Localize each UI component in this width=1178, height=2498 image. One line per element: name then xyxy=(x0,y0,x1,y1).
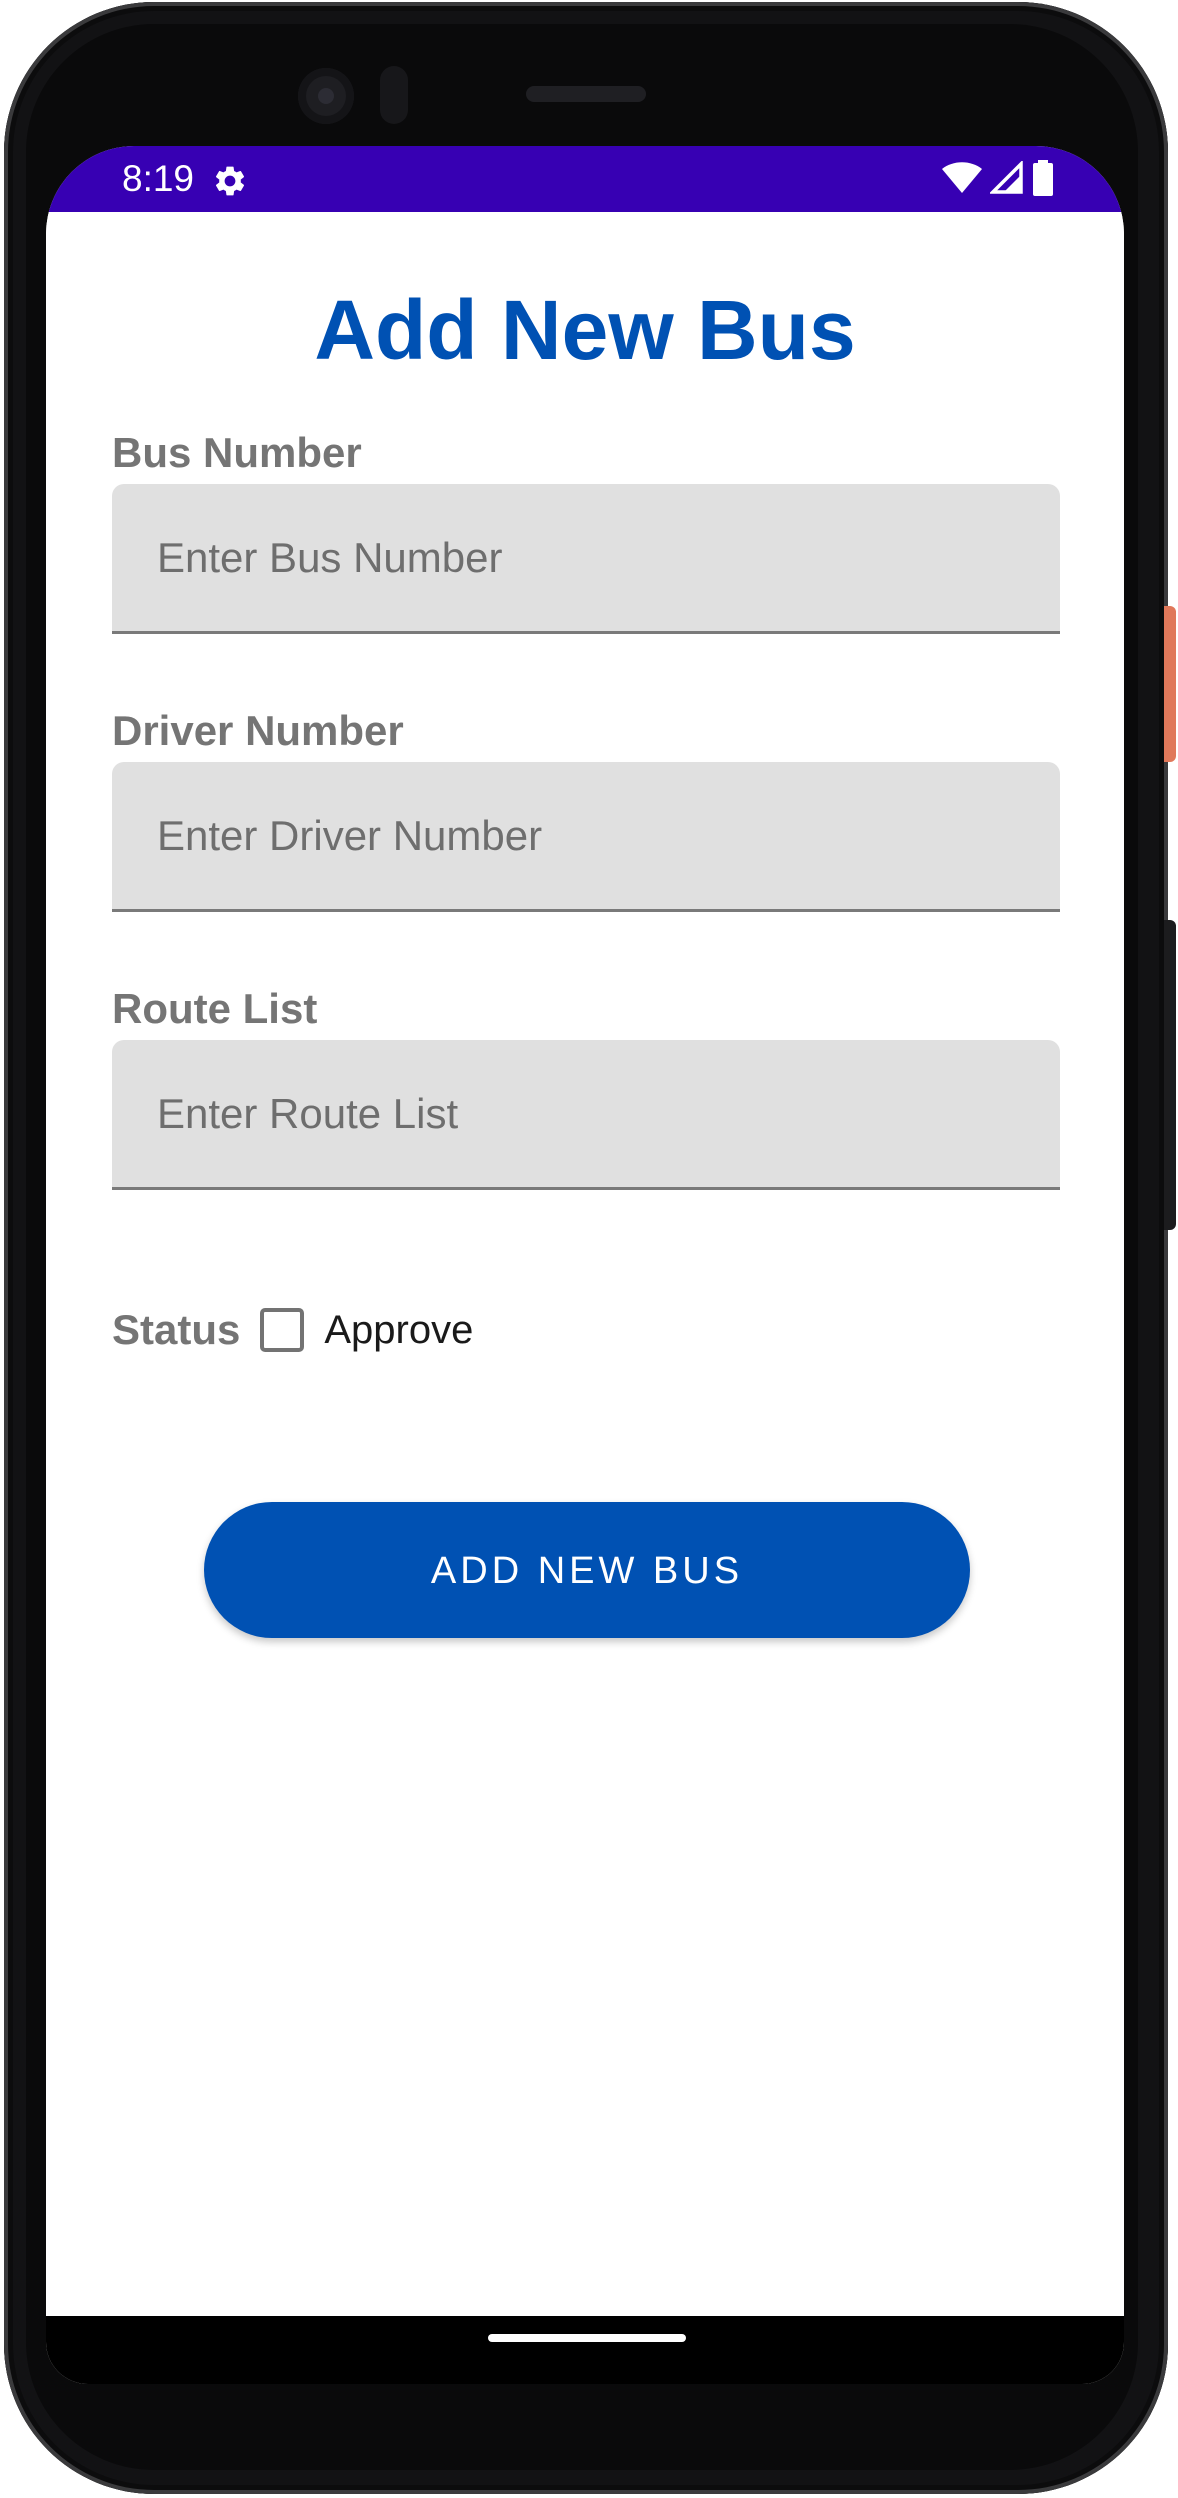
gear-icon xyxy=(212,163,248,199)
bus-number-field[interactable] xyxy=(112,484,1060,634)
phone-device: 8:19 Add New Bus Bus Number Enter Bus Nu… xyxy=(0,0,1178,2498)
screen: 8:19 Add New Bus Bus Number Enter Bus Nu… xyxy=(46,146,1124,2384)
proximity-sensor xyxy=(380,66,408,124)
home-indicator[interactable] xyxy=(488,2334,686,2342)
status-label: Status xyxy=(112,1306,241,1353)
add-bus-form: Add New Bus Bus Number Driver Number Rou… xyxy=(46,212,1124,2316)
route-list-label: Route List xyxy=(112,985,318,1032)
wifi-icon xyxy=(942,161,982,199)
status-bar: 8:19 xyxy=(46,146,1124,212)
front-camera xyxy=(298,68,354,124)
power-button xyxy=(1164,606,1176,762)
route-list-field[interactable] xyxy=(112,1040,1060,1190)
status-time: 8:19 xyxy=(122,158,195,199)
navigation-bar xyxy=(46,2316,1124,2384)
page-title: Add New Bus xyxy=(314,283,856,377)
add-new-bus-button[interactable]: ADD NEW BUS xyxy=(204,1502,970,1638)
approve-checkbox[interactable] xyxy=(260,1308,305,1352)
status-icons xyxy=(942,159,1054,201)
approve-checkbox-label[interactable]: Approve xyxy=(324,1308,473,1353)
driver-number-field[interactable] xyxy=(112,762,1060,912)
cell-signal-icon xyxy=(988,159,1024,200)
volume-button xyxy=(1164,920,1176,1230)
battery-icon xyxy=(1032,159,1054,201)
driver-number-input[interactable] xyxy=(112,762,1060,909)
driver-number-label: Driver Number xyxy=(112,707,404,754)
status-row: Status Approve xyxy=(112,1300,473,1360)
earpiece-speaker xyxy=(526,86,646,102)
bus-number-label: Bus Number xyxy=(112,429,362,476)
route-list-input[interactable] xyxy=(112,1040,1060,1187)
bus-number-input[interactable] xyxy=(112,484,1060,631)
